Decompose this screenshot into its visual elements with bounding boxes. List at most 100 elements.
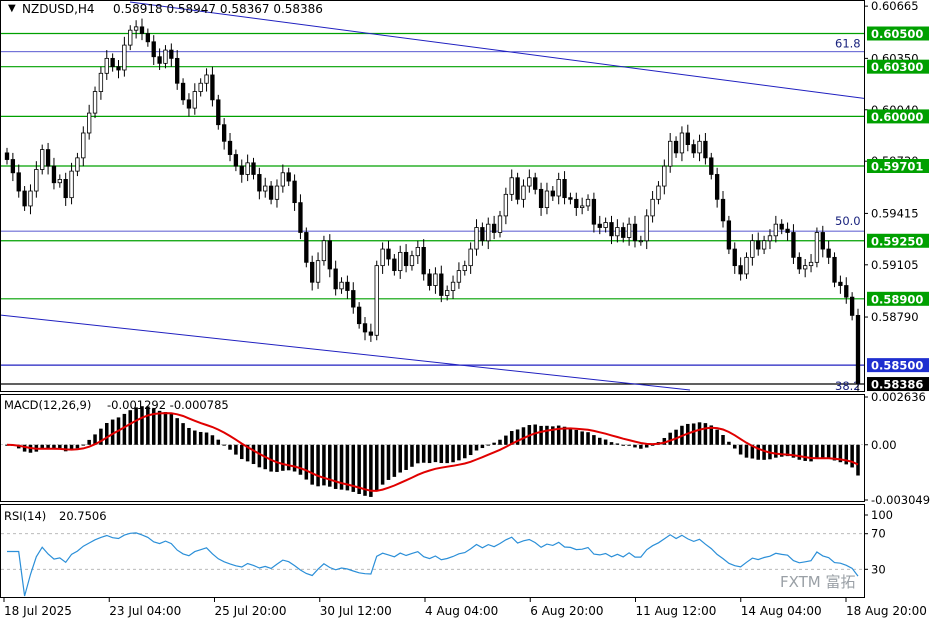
bull-candle[interactable]	[28, 190, 33, 207]
bull-candle[interactable]	[69, 170, 74, 199]
bear-candle[interactable]	[45, 149, 51, 167]
bull-candle[interactable]	[556, 179, 561, 197]
bull-candle[interactable]	[81, 132, 86, 159]
bear-candle[interactable]	[726, 220, 732, 250]
bull-candle[interactable]	[615, 227, 620, 237]
bear-candle[interactable]	[233, 154, 239, 167]
bull-candle[interactable]	[92, 91, 98, 114]
bull-candle[interactable]	[509, 177, 514, 195]
bull-candle[interactable]	[808, 261, 814, 267]
bear-candle[interactable]	[139, 26, 145, 34]
bull-candle[interactable]	[163, 49, 168, 64]
bear-candle[interactable]	[849, 296, 855, 316]
bull-candle[interactable]	[128, 29, 133, 46]
bear-candle[interactable]	[362, 323, 368, 333]
bear-candle[interactable]	[216, 99, 221, 126]
bull-candle[interactable]	[192, 91, 197, 109]
bear-candle[interactable]	[175, 57, 180, 84]
bear-candle[interactable]	[720, 198, 726, 222]
bull-candle[interactable]	[245, 162, 250, 175]
bull-candle[interactable]	[75, 157, 80, 172]
bear-candle[interactable]	[169, 49, 174, 59]
bear-candle[interactable]	[110, 57, 115, 68]
bear-candle[interactable]	[386, 248, 391, 260]
bear-candle[interactable]	[239, 165, 244, 175]
bear-candle[interactable]	[392, 258, 397, 272]
bear-candle[interactable]	[157, 56, 162, 64]
bear-candle[interactable]	[22, 190, 27, 207]
bull-candle[interactable]	[450, 281, 456, 291]
bear-candle[interactable]	[820, 232, 825, 250]
bull-candle[interactable]	[133, 26, 139, 31]
bear-candle[interactable]	[832, 256, 837, 283]
bear-candle[interactable]	[785, 228, 790, 233]
bear-candle[interactable]	[257, 174, 262, 192]
bull-candle[interactable]	[603, 222, 608, 228]
bull-candle[interactable]	[521, 185, 526, 200]
bull-candle[interactable]	[662, 165, 667, 187]
bear-candle[interactable]	[345, 281, 350, 291]
bull-candle[interactable]	[445, 290, 450, 296]
bull-candle[interactable]	[527, 177, 532, 187]
chart-canvas[interactable]: 61.850.038.2 0.606650.603500.600400.5973…	[0, 0, 936, 624]
bear-candle[interactable]	[63, 179, 68, 199]
bull-candle[interactable]	[503, 193, 509, 217]
bear-candle[interactable]	[632, 223, 638, 242]
bear-candle[interactable]	[310, 261, 315, 283]
bear-candle[interactable]	[738, 265, 743, 275]
bear-candle[interactable]	[855, 314, 861, 384]
bull-candle[interactable]	[773, 223, 778, 237]
bull-candle[interactable]	[679, 132, 685, 154]
bull-candle[interactable]	[486, 223, 491, 242]
bear-candle[interactable]	[304, 232, 309, 263]
bear-candle[interactable]	[533, 177, 538, 190]
bull-candle[interactable]	[34, 169, 39, 192]
bull-candle[interactable]	[339, 281, 344, 290]
bull-candle[interactable]	[668, 140, 673, 167]
bull-candle[interactable]	[122, 44, 127, 71]
bear-candle[interactable]	[791, 232, 796, 258]
bear-candle[interactable]	[691, 144, 696, 154]
bull-candle[interactable]	[198, 82, 203, 92]
bear-candle[interactable]	[838, 281, 843, 286]
bull-candle[interactable]	[638, 240, 644, 243]
bull-candle[interactable]	[104, 57, 109, 74]
bull-candle[interactable]	[697, 140, 702, 154]
bear-candle[interactable]	[4, 152, 10, 160]
bull-candle[interactable]	[374, 265, 379, 336]
bear-candle[interactable]	[574, 198, 579, 209]
bull-candle[interactable]	[98, 72, 104, 92]
bull-candle[interactable]	[87, 112, 92, 134]
bear-candle[interactable]	[714, 174, 720, 200]
bear-candle[interactable]	[421, 247, 426, 275]
bear-candle[interactable]	[368, 331, 374, 336]
bear-candle[interactable]	[515, 177, 520, 200]
bear-candle[interactable]	[427, 273, 432, 286]
bull-candle[interactable]	[415, 247, 420, 257]
bear-candle[interactable]	[327, 240, 332, 270]
bear-candle[interactable]	[732, 248, 737, 267]
bear-candle[interactable]	[286, 172, 291, 182]
bull-candle[interactable]	[433, 273, 438, 286]
bull-candle[interactable]	[468, 248, 473, 267]
bear-candle[interactable]	[709, 157, 714, 175]
bull-candle[interactable]	[474, 227, 479, 250]
bull-candle[interactable]	[579, 205, 585, 209]
bear-candle[interactable]	[439, 273, 444, 296]
bear-candle[interactable]	[609, 222, 614, 237]
bear-candle[interactable]	[292, 180, 297, 204]
bear-candle[interactable]	[491, 223, 497, 233]
bear-candle[interactable]	[116, 66, 121, 71]
bull-candle[interactable]	[321, 240, 327, 262]
bear-candle[interactable]	[51, 165, 57, 184]
bull-candle[interactable]	[656, 185, 661, 200]
bull-candle[interactable]	[744, 256, 749, 275]
bull-candle[interactable]	[767, 235, 773, 242]
bull-candle[interactable]	[750, 240, 755, 258]
candles-layer[interactable]	[4, 18, 861, 392]
bear-candle[interactable]	[221, 124, 227, 142]
bear-candle[interactable]	[356, 306, 362, 325]
bear-candle[interactable]	[779, 223, 784, 230]
bear-candle[interactable]	[562, 179, 567, 199]
bear-candle[interactable]	[703, 140, 708, 159]
